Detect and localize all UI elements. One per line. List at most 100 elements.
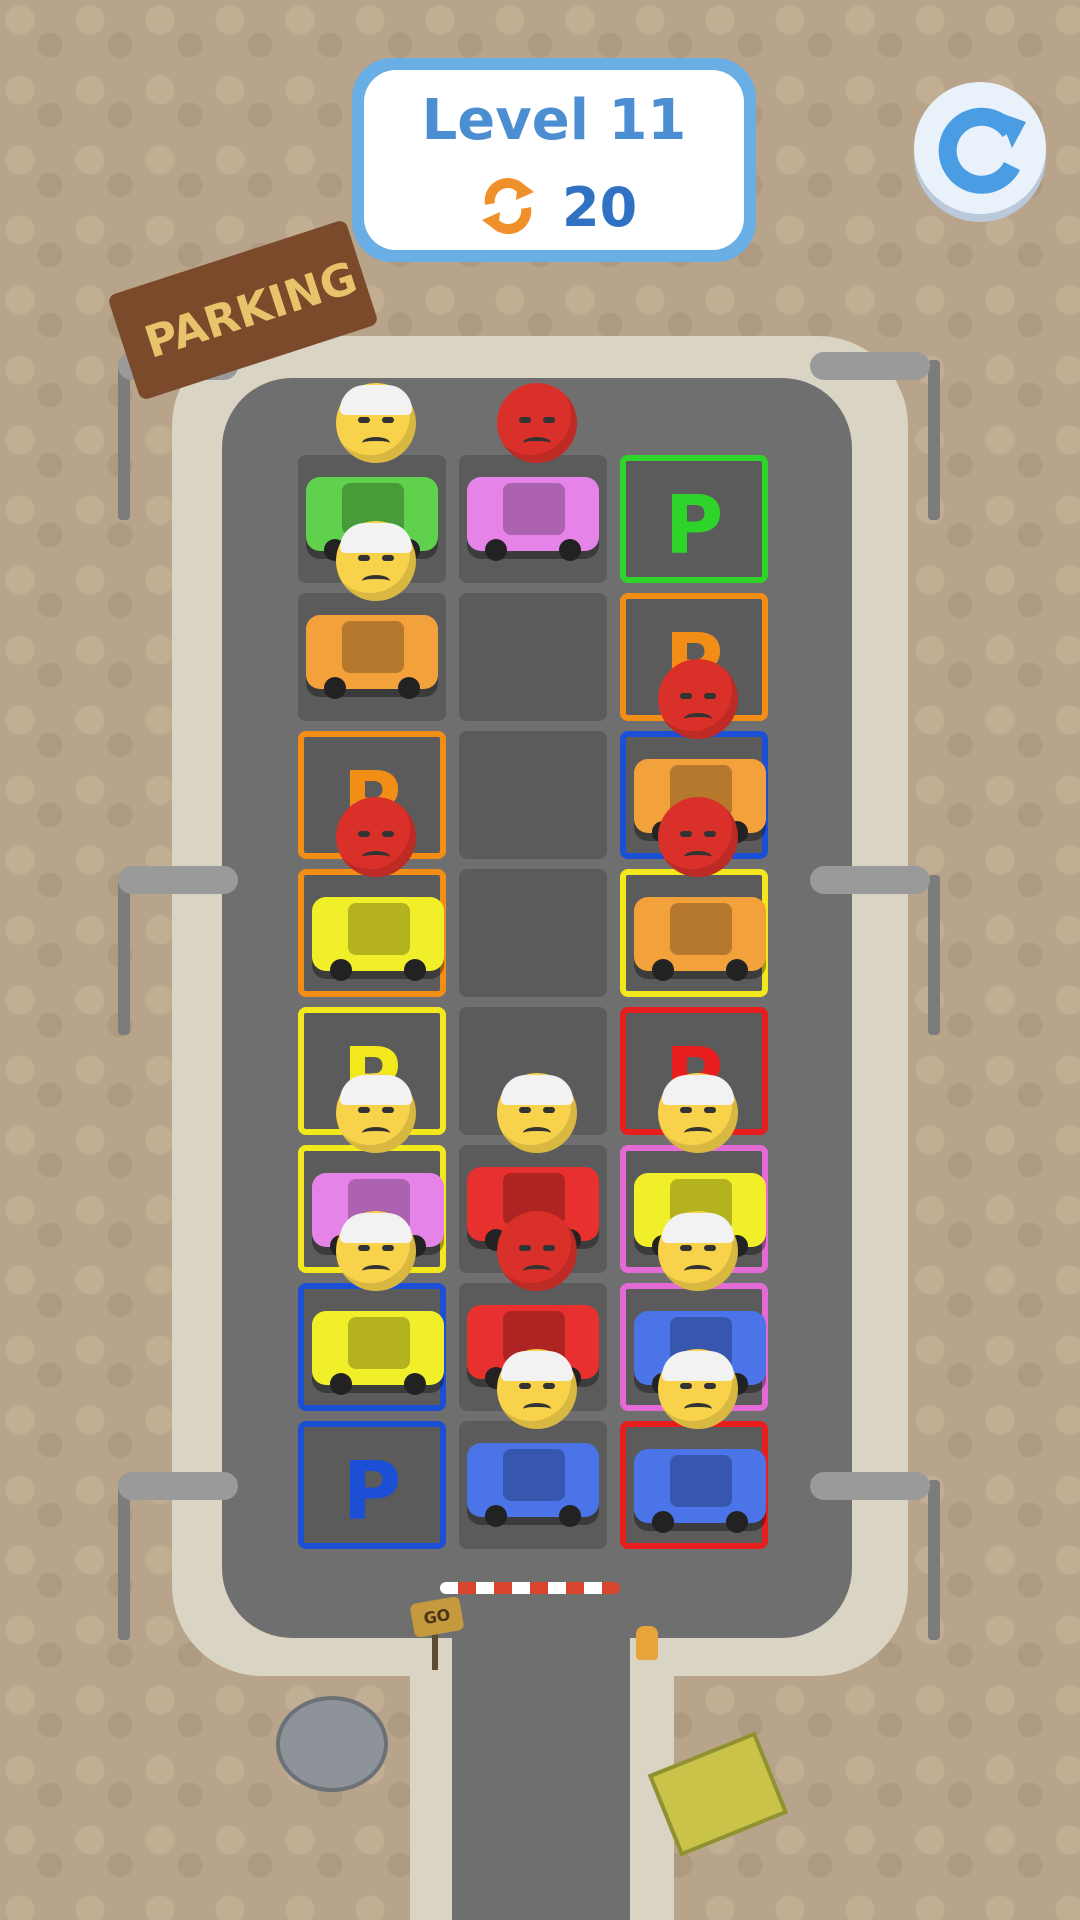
parking-slot-c0r7[interactable]: P bbox=[298, 1421, 446, 1549]
angry-face-icon bbox=[497, 383, 577, 463]
parking-grid: PPPPPP bbox=[0, 0, 1080, 1920]
car-wheel bbox=[404, 959, 426, 981]
bandaged-face-icon bbox=[658, 1073, 738, 1153]
bandaged-face-icon bbox=[497, 1073, 577, 1153]
face-eye bbox=[519, 1107, 531, 1113]
angry-face-icon bbox=[658, 659, 738, 739]
face-mouth bbox=[684, 1265, 712, 1277]
bandaged-face-icon bbox=[336, 521, 416, 601]
face-mouth bbox=[523, 1127, 551, 1139]
face-eye bbox=[382, 1245, 394, 1251]
bandage-icon bbox=[340, 523, 412, 553]
parking-slot-c2r3[interactable] bbox=[620, 869, 768, 997]
car-roof bbox=[503, 1449, 565, 1501]
face-mouth bbox=[523, 1265, 551, 1277]
car-roof bbox=[342, 621, 404, 673]
face-mouth bbox=[523, 1403, 551, 1415]
face-mouth bbox=[362, 575, 390, 587]
face-eye bbox=[680, 693, 692, 699]
swap-arrows-icon bbox=[476, 174, 540, 238]
face-eye bbox=[543, 1383, 555, 1389]
bandage-icon bbox=[340, 1075, 412, 1105]
car-yellow[interactable] bbox=[312, 1311, 444, 1395]
face-eye bbox=[382, 1107, 394, 1113]
face-eye bbox=[382, 831, 394, 837]
car-wheel bbox=[330, 959, 352, 981]
face-eye bbox=[543, 417, 555, 423]
parking-slot-c2r0[interactable]: P bbox=[620, 455, 768, 583]
bandage-icon bbox=[662, 1351, 734, 1381]
face-eye bbox=[382, 417, 394, 423]
car-pink[interactable] bbox=[467, 477, 599, 561]
car-blue[interactable] bbox=[467, 1443, 599, 1527]
face-eye bbox=[680, 1245, 692, 1251]
car-yellow[interactable] bbox=[312, 897, 444, 981]
face-mouth bbox=[684, 713, 712, 725]
car-roof bbox=[348, 903, 410, 955]
parking-slot-c2r7[interactable] bbox=[620, 1421, 768, 1549]
face-mouth bbox=[362, 1127, 390, 1139]
face-eye bbox=[358, 831, 370, 837]
face-eye bbox=[680, 1383, 692, 1389]
restart-button[interactable] bbox=[914, 82, 1046, 214]
bandage-icon bbox=[340, 1213, 412, 1243]
face-eye bbox=[519, 417, 531, 423]
bandaged-face-icon bbox=[658, 1211, 738, 1291]
parking-slot-c1r0[interactable] bbox=[459, 455, 607, 583]
parking-slot-c0r3[interactable] bbox=[298, 869, 446, 997]
face-eye bbox=[704, 831, 716, 837]
parking-slot-c1r3[interactable] bbox=[459, 869, 607, 997]
traffic-cone bbox=[636, 1626, 658, 1660]
car-wheel bbox=[652, 1511, 674, 1533]
car-roof bbox=[670, 903, 732, 955]
parking-slot-c0r1[interactable] bbox=[298, 593, 446, 721]
angry-face-icon bbox=[336, 797, 416, 877]
parking-p-marker: P bbox=[342, 1445, 402, 1538]
face-mouth bbox=[684, 1403, 712, 1415]
face-eye bbox=[358, 1245, 370, 1251]
bandaged-face-icon bbox=[497, 1349, 577, 1429]
parking-slot-c1r7[interactable] bbox=[459, 1421, 607, 1549]
face-mouth bbox=[362, 437, 390, 449]
car-wheel bbox=[330, 1373, 352, 1395]
bandage-icon bbox=[662, 1075, 734, 1105]
bandage-icon bbox=[501, 1075, 573, 1105]
car-roof bbox=[348, 1317, 410, 1369]
car-wheel bbox=[485, 1505, 507, 1527]
bandaged-face-icon bbox=[336, 383, 416, 463]
bandage-icon bbox=[340, 385, 412, 415]
face-eye bbox=[519, 1383, 531, 1389]
car-wheel bbox=[324, 677, 346, 699]
face-eye bbox=[704, 1383, 716, 1389]
face-eye bbox=[543, 1245, 555, 1251]
face-eye bbox=[358, 417, 370, 423]
restart-icon bbox=[938, 107, 1026, 194]
car-wheel bbox=[726, 1511, 748, 1533]
car-roof bbox=[503, 483, 565, 535]
face-eye bbox=[680, 1107, 692, 1113]
car-wheel bbox=[726, 959, 748, 981]
car-wheel bbox=[559, 1505, 581, 1527]
car-orange[interactable] bbox=[306, 615, 438, 699]
angry-face-icon bbox=[497, 1211, 577, 1291]
face-mouth bbox=[523, 437, 551, 449]
angry-face-icon bbox=[658, 797, 738, 877]
face-mouth bbox=[684, 851, 712, 863]
face-mouth bbox=[362, 851, 390, 863]
parking-slot-c0r6[interactable] bbox=[298, 1283, 446, 1411]
face-eye bbox=[382, 555, 394, 561]
bandaged-face-icon bbox=[336, 1073, 416, 1153]
parking-slot-c1r1[interactable] bbox=[459, 593, 607, 721]
face-mouth bbox=[684, 1127, 712, 1139]
parking-p-marker: P bbox=[664, 479, 724, 572]
parking-slot-c1r2[interactable] bbox=[459, 731, 607, 859]
car-blue[interactable] bbox=[634, 1449, 766, 1533]
face-eye bbox=[358, 555, 370, 561]
bandage-icon bbox=[662, 1213, 734, 1243]
face-mouth bbox=[362, 1265, 390, 1277]
face-eye bbox=[704, 1245, 716, 1251]
face-eye bbox=[704, 1107, 716, 1113]
car-orange[interactable] bbox=[634, 897, 766, 981]
level-title: Level 11 bbox=[421, 88, 687, 153]
bandage-icon bbox=[501, 1351, 573, 1381]
